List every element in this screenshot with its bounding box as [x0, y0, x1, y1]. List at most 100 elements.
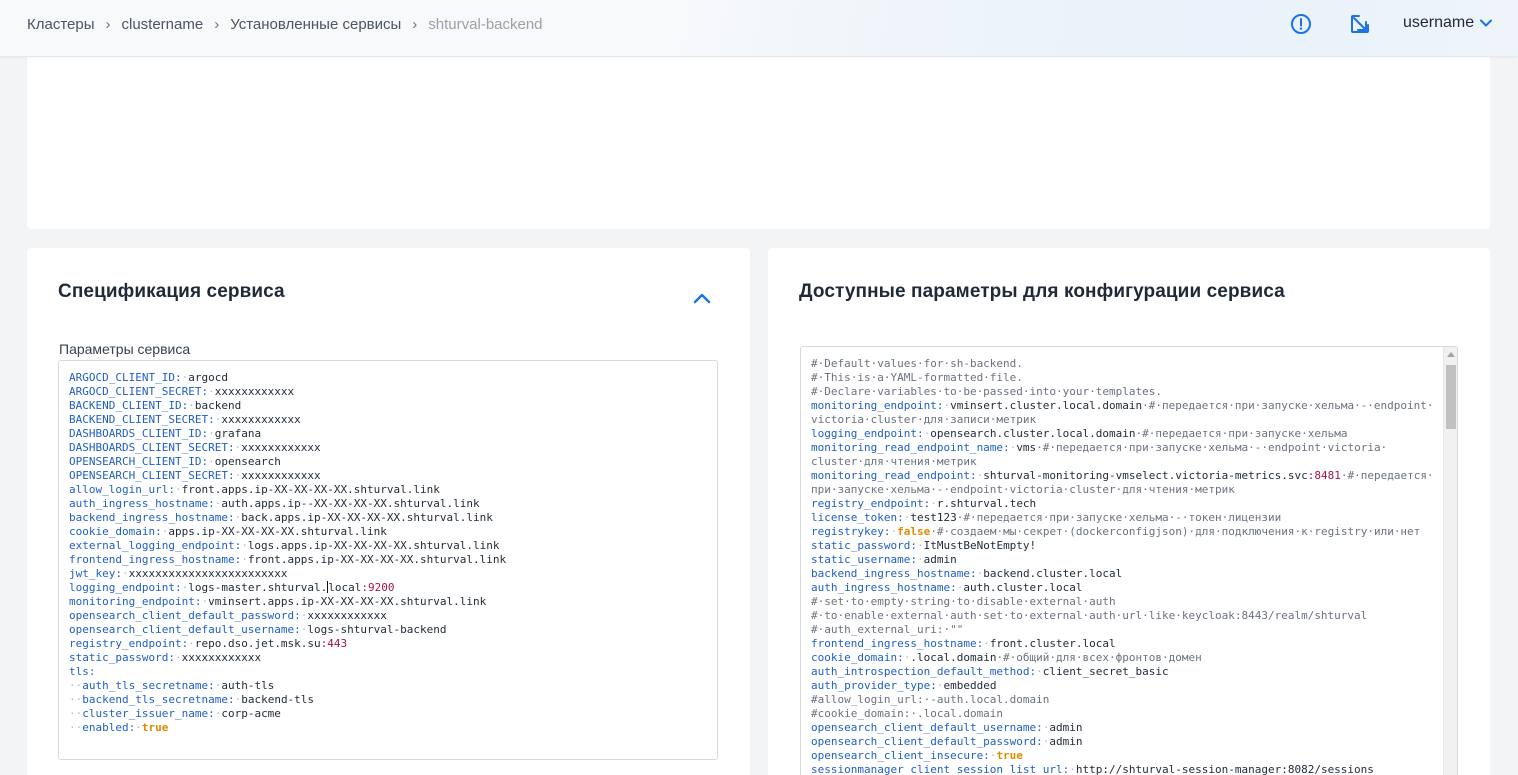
- scrollbar[interactable]: [1443, 347, 1457, 775]
- code-token: ItMustBeNotEmpty!: [923, 539, 1037, 552]
- code-token: vms: [1016, 441, 1037, 454]
- code-line: ARGOCD_CLIENT_ID:·argocd: [69, 371, 506, 385]
- code-token: :443: [320, 637, 348, 650]
- code-token: ARGOCD_CLIENT_SECRET:: [69, 385, 209, 398]
- code-token: auth_ingress_hostname:: [811, 581, 957, 594]
- code-token: monitoring_read_endpoint:: [811, 469, 977, 482]
- code-line: monitoring_read_endpoint_name:·vms·#·пер…: [811, 441, 1434, 455]
- breadcrumb-separator: ›: [412, 15, 418, 33]
- scroll-thumb[interactable]: [1446, 365, 1456, 429]
- code-line: #·set·to·empty·string·to·disable·externa…: [811, 595, 1434, 609]
- code-line: license_token:·test123·#·передается·при·…: [811, 511, 1434, 525]
- code-token: r.shturval.tech: [936, 497, 1037, 510]
- code-token: apps.ip-XX-XX-XX-XX.shturval.link: [168, 525, 387, 538]
- code-token: ··: [69, 721, 83, 734]
- code-token: ·: [1036, 665, 1043, 678]
- code-line: registry_endpoint:·repo.dso.jet.msk.su:4…: [69, 637, 506, 651]
- code-token: DASHBOARDS_CLIENT_SECRET:: [69, 441, 235, 454]
- code-token: xxxxxxxxxxxx: [221, 413, 301, 426]
- code-line: cluster·для·чтения·метрик: [811, 455, 1434, 469]
- code-token: auth_introspection_default_method:: [811, 665, 1037, 678]
- code-line: OPENSEARCH_CLIENT_SECRET:·xxxxxxxxxxxx: [69, 469, 506, 483]
- code-line: registry_endpoint:·r.shturval.tech: [811, 497, 1434, 511]
- code-line: sessionmanager_client_session_list_url:·…: [811, 763, 1434, 775]
- code-token: backend_tls_secretname:: [82, 693, 235, 706]
- code-token: tls:: [69, 665, 96, 678]
- code-token: auth-tls: [221, 679, 275, 692]
- code-line: jwt_key:·xxxxxxxxxxxxxxxxxxxxxxxx: [69, 567, 506, 581]
- breadcrumb-clusters[interactable]: Кластеры: [27, 16, 95, 33]
- code-line: logging_endpoint:·opensearch.cluster.loc…: [811, 427, 1434, 441]
- breadcrumb-clustername[interactable]: clustername: [122, 16, 204, 33]
- code-token: monitoring_read_endpoint_name:: [811, 441, 1010, 454]
- code-line: ··auth_tls_secretname:·auth-tls: [69, 679, 506, 693]
- code-token: ·: [241, 553, 248, 566]
- code-token: xxxxxxxxxxxxxxxxxxxxxxxx: [128, 567, 288, 580]
- user-menu[interactable]: username: [1403, 14, 1493, 32]
- code-token: auth_provider_type:: [811, 679, 937, 692]
- code-token: opensearch_client_default_username:: [69, 623, 301, 636]
- code-line: opensearch_client_default_password:·xxxx…: [69, 609, 506, 623]
- breadcrumb-current: shturval-backend: [428, 15, 543, 33]
- code-line: backend_ingress_hostname:·back.apps.ip-X…: [69, 511, 506, 525]
- code-token: ·#·передается·при·запуске·хельма·-·токен…: [956, 511, 1282, 524]
- code-token: enabled:: [82, 721, 136, 734]
- code-line: static_password:·xxxxxxxxxxxx: [69, 651, 506, 665]
- code-token: true: [141, 721, 169, 734]
- code-line: BACKEND_CLIENT_SECRET:·xxxxxxxxxxxx: [69, 413, 506, 427]
- code-line: opensearch_client_insecure:·true: [811, 749, 1434, 763]
- code-token: ·#·передается·при·запуске·хельма: [1135, 427, 1348, 440]
- code-line: registrykey:·false·#·создаем·мы·секрет·(…: [811, 525, 1434, 539]
- code-token: embedded: [943, 679, 997, 692]
- code-token: license_token:: [811, 511, 904, 524]
- code-token: opensearch.cluster.local.domain: [930, 427, 1136, 440]
- code-token: cookie_domain:: [69, 525, 162, 538]
- username-label: username: [1403, 14, 1475, 31]
- code-line: monitoring_read_endpoint:·shturval-monit…: [811, 469, 1434, 483]
- code-line: monitoring_endpoint:·vminsert.cluster.lo…: [811, 399, 1434, 413]
- code-content[interactable]: ARGOCD_CLIENT_ID:·argocd ARGOCD_CLIENT_SE…: [69, 371, 506, 735]
- code-token: xxxxxxxxxxxx: [181, 651, 262, 664]
- code-token: xxxxxxxxxxxx: [307, 609, 387, 622]
- code-token: #cookie_domain:·.local.domain: [811, 707, 1004, 720]
- code-line: DASHBOARDS_CLIENT_SECRET:·xxxxxxxxxxxx: [69, 441, 506, 455]
- code-token: xxxxxxxxxxxx: [214, 385, 295, 398]
- code-token: registrykey:: [811, 525, 891, 538]
- chevron-up-icon: [691, 293, 713, 312]
- service-spec-card: Спецификация сервиса Параметры сервиса A…: [27, 248, 750, 775]
- code-token: backend_ingress_hostname:: [811, 567, 977, 580]
- external-link-icon[interactable]: [1349, 13, 1371, 35]
- scroll-up-arrow-icon[interactable]: [1447, 352, 1455, 357]
- service-params-editor[interactable]: ARGOCD_CLIENT_ID:·argocd ARGOCD_CLIENT_SE…: [58, 360, 718, 760]
- code-token: true: [996, 749, 1023, 762]
- code-token: logging_endpoint:: [69, 581, 182, 594]
- code-token: #·to·enable·external·auth·set·to·externa…: [811, 609, 1368, 622]
- code-token: OPENSEARCH_CLIENT_SECRET:: [69, 469, 235, 482]
- code-token: http://shturval-session-manager:8082/ses…: [1075, 763, 1374, 775]
- code-token: vminsert.cluster.local.domain: [950, 399, 1143, 412]
- code-line: при·запуске·хельма·-·endpoint·victoria·c…: [811, 483, 1434, 497]
- code-line: logging_endpoint:·logs-master.shturval.l…: [69, 581, 506, 595]
- code-token: registry_endpoint:: [811, 497, 931, 510]
- code-line: cookie_domain:·.local.domain·#·общий·для…: [811, 651, 1434, 665]
- code-token: grafana: [214, 427, 262, 440]
- code-token: vminsert.apps.ip-XX-XX-XX-XX.shturval.li…: [208, 595, 487, 608]
- code-token: BACKEND_CLIENT_ID:: [69, 399, 189, 412]
- code-token: DASHBOARDS_CLIENT_ID:: [69, 427, 209, 440]
- collapse-button[interactable]: [691, 288, 713, 308]
- config-params-viewer[interactable]: #·Default·values·for·sh-backend. #·This·i…: [800, 346, 1458, 775]
- code-token: ·#·создаем·мы·секрет·(dockerconfigjson)·…: [930, 525, 1421, 538]
- breadcrumb-installed-services[interactable]: Установленные сервисы: [230, 16, 401, 33]
- field-label: Параметры сервиса: [59, 341, 191, 357]
- code-token: backend: [194, 399, 242, 412]
- code-token: local: [328, 581, 362, 594]
- code-line: #cookie_domain:·.local.domain: [811, 707, 1434, 721]
- code-line: monitoring_endpoint:·vminsert.apps.ip-XX…: [69, 595, 506, 609]
- code-token: backend_ingress_hostname:: [69, 511, 235, 524]
- code-token: logs-shturval-backend: [307, 623, 447, 636]
- code-token: frontend_ingress_hostname:: [811, 637, 984, 650]
- code-token: ·#·передается·при·запуске·хельма·-·endpo…: [1036, 441, 1388, 454]
- alert-circle-icon[interactable]: [1290, 13, 1312, 35]
- code-token: victoria·cluster·для·записи·метрик: [811, 413, 1037, 426]
- code-token: static_username:: [811, 553, 917, 566]
